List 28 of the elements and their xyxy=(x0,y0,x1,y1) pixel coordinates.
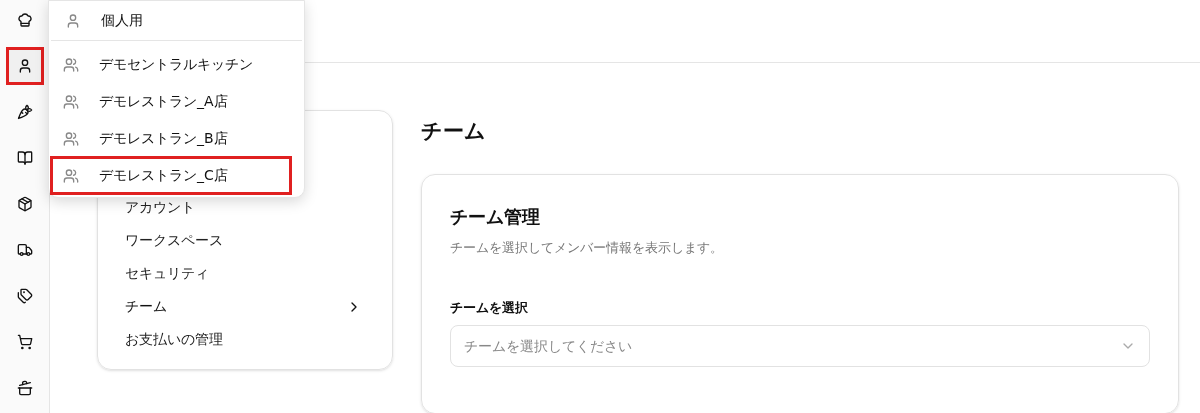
chef-hat-icon xyxy=(16,12,33,28)
pot-icon xyxy=(16,380,33,396)
menu-item[interactable]: デモレストラン_C店 xyxy=(51,157,291,194)
sidebar-button[interactable] xyxy=(8,50,41,82)
users-icon xyxy=(63,93,79,110)
field-label: チームを選択 xyxy=(450,298,529,317)
page-title: チーム xyxy=(421,118,487,145)
users-icon xyxy=(63,130,79,147)
settings-nav-item[interactable]: ワークスペース xyxy=(125,224,362,257)
menu-item[interactable]: デモセントラルキッチン xyxy=(51,46,291,83)
users-icon xyxy=(63,167,79,184)
menu-item[interactable]: デモレストラン_A店 xyxy=(51,83,291,120)
carrot-icon xyxy=(16,104,33,120)
book-icon xyxy=(16,150,33,166)
settings-nav-item[interactable]: お支払いの管理 xyxy=(125,323,362,356)
settings-nav-item[interactable]: チーム xyxy=(125,290,362,323)
settings-nav-item[interactable]: セキュリティ xyxy=(125,257,362,290)
menu-item[interactable]: 個人用 xyxy=(51,1,302,41)
cart-icon xyxy=(16,334,33,350)
users-icon xyxy=(63,56,79,73)
card-title: チーム管理 xyxy=(450,205,541,229)
user-icon xyxy=(65,12,81,29)
card-description: チームを選択してメンバー情報を表示します。 xyxy=(450,239,724,257)
menu-item[interactable]: デモレストラン_B店 xyxy=(51,120,291,157)
truck-icon xyxy=(16,242,33,258)
team-select[interactable]: チームを選択してください xyxy=(450,325,1150,367)
tags-icon xyxy=(16,288,33,304)
box-icon xyxy=(16,196,33,212)
